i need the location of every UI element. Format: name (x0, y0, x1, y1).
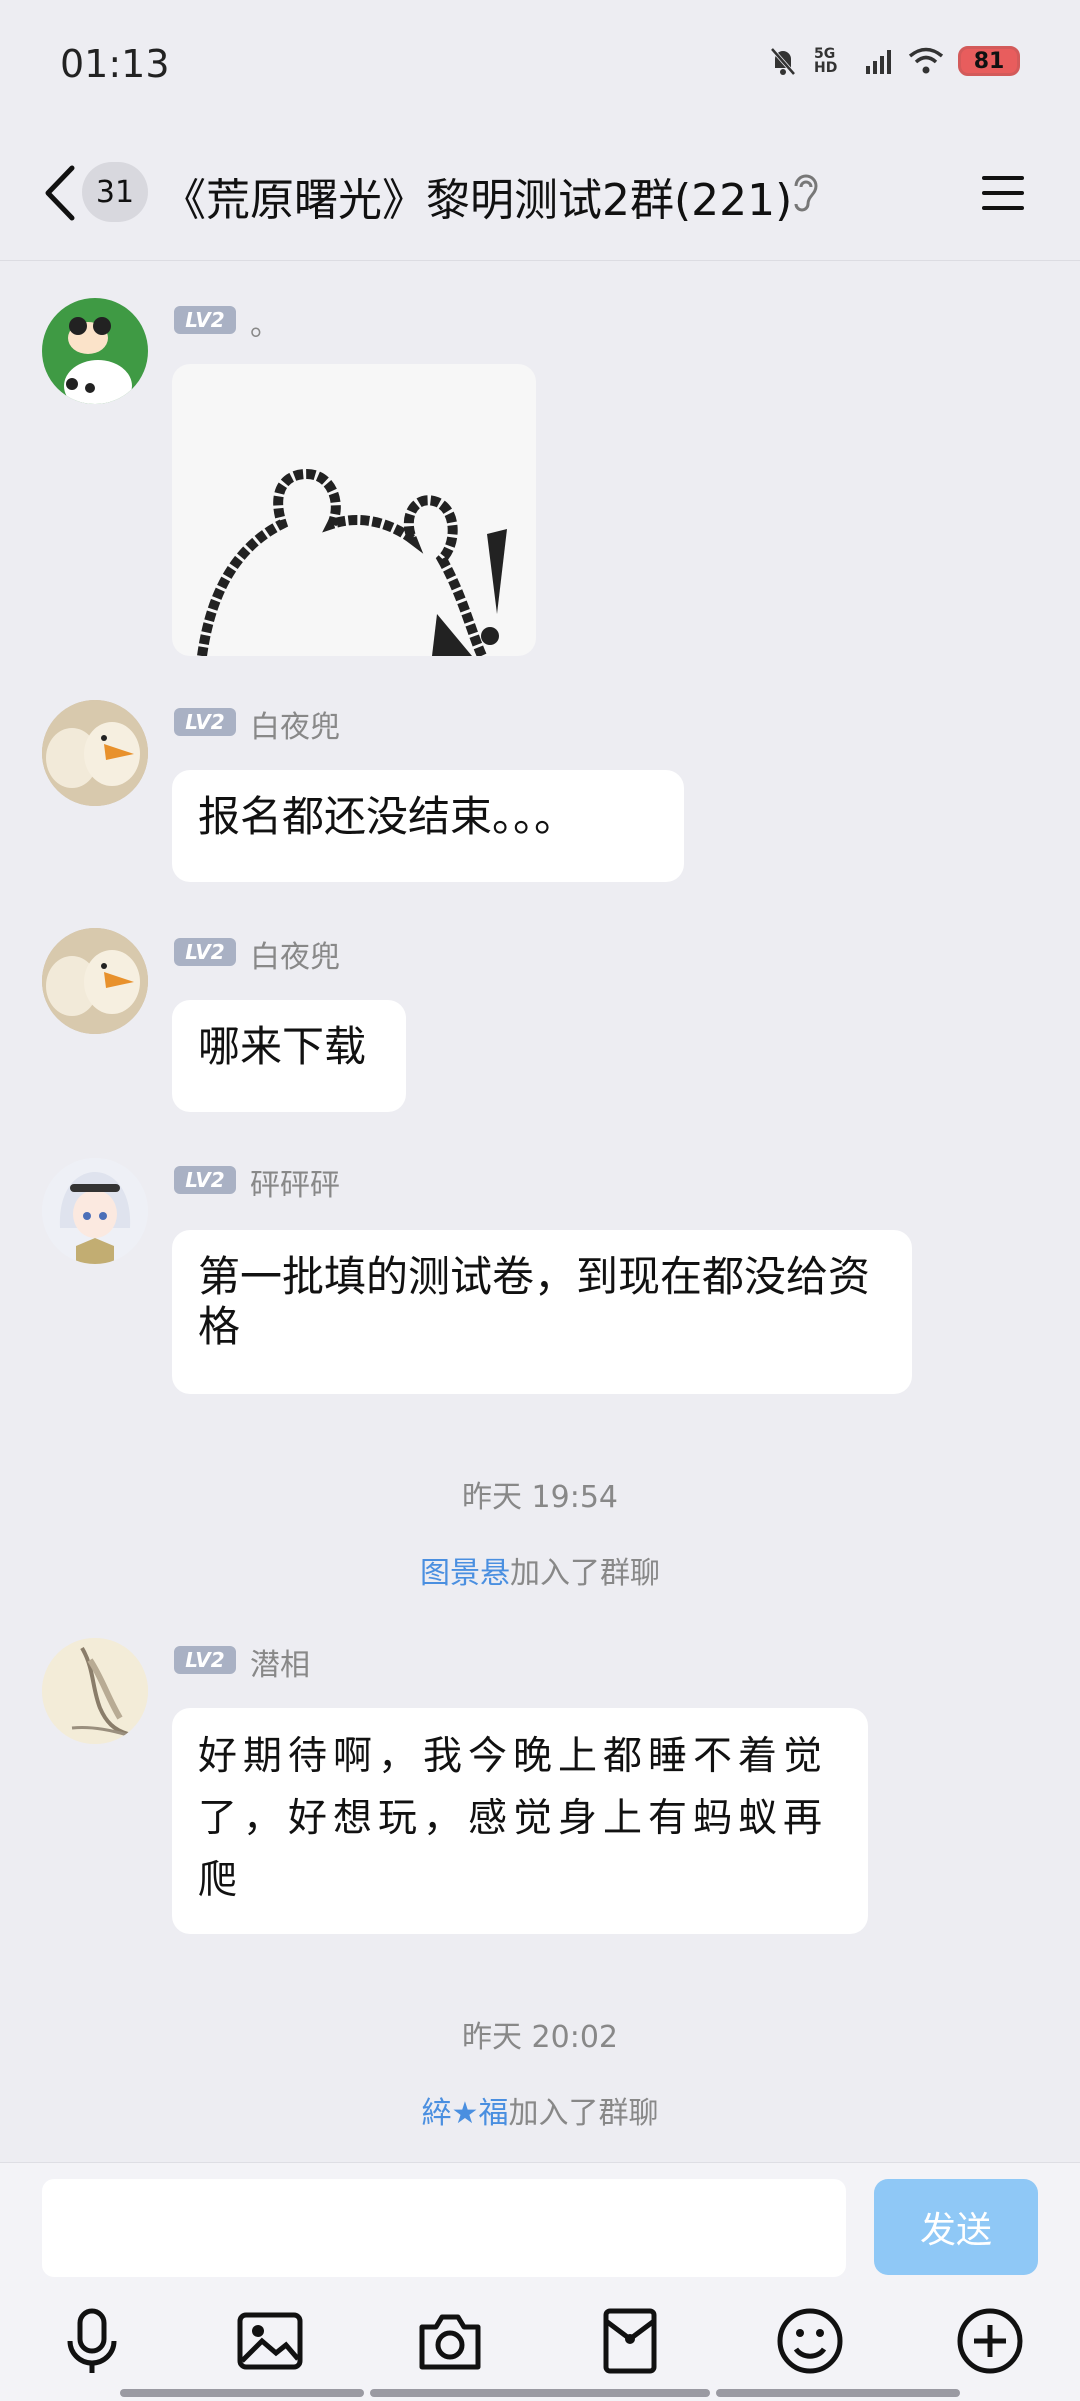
avatar-duck-icon (42, 700, 148, 806)
bear-sticker-icon (197, 468, 507, 656)
system-message-text: 加入了群聊 (510, 1556, 660, 1591)
group-title[interactable]: 《荒原曙光》黎明测试2群(221) (162, 164, 792, 228)
camera-icon[interactable] (414, 2305, 486, 2377)
timestamp: 昨天 19:54 (462, 1480, 618, 1515)
battery-indicator: 81 (958, 46, 1020, 76)
message-input[interactable] (42, 2179, 846, 2277)
input-bar: 发送 (0, 2162, 1080, 2401)
avatar[interactable] (42, 298, 148, 404)
message-bubble[interactable]: 哪来下载 (172, 1000, 406, 1112)
system-message-text: 加入了群聊 (508, 2096, 659, 2131)
avatar[interactable] (42, 1638, 148, 1744)
system-message: 綷★福加入了群聊 (0, 2088, 1080, 2132)
sender-name[interactable]: 白夜兜 (250, 702, 340, 746)
scroll-indicator (120, 2389, 364, 2397)
sender-name[interactable]: 砰砰砰 (250, 1160, 340, 1204)
message-bubble[interactable]: 报名都还没结束。。。 (172, 770, 684, 882)
scroll-indicator (370, 2389, 710, 2397)
status-bar: 01:13 5G HD 81 (0, 0, 1080, 130)
avatar[interactable] (42, 1158, 148, 1264)
timestamp: 昨天 20:02 (462, 2020, 618, 2055)
avatar-anime-girl-icon (42, 1158, 148, 1264)
message-bubble[interactable]: 第一批填的测试卷，到现在都没给资格 (172, 1230, 912, 1394)
member-link[interactable]: 图景悬 (420, 1556, 510, 1591)
emoji-icon[interactable] (774, 2305, 846, 2377)
level-badge: LV2 (174, 1646, 236, 1674)
level-badge: LV2 (174, 938, 236, 966)
wifi-icon (908, 47, 944, 74)
mute-bell-icon (770, 47, 796, 76)
ear-icon[interactable] (788, 170, 822, 216)
avatar-duck-icon (42, 928, 148, 1034)
sender-name[interactable]: 白夜兜 (250, 932, 340, 976)
avatar[interactable] (42, 928, 148, 1034)
red-packet-icon[interactable] (594, 2305, 666, 2377)
avatar-dog-icon (64, 317, 132, 404)
status-icons: 5G HD 81 (766, 44, 1020, 78)
system-message: 图景悬加入了群聊 (0, 1548, 1080, 1592)
chat-header: 31 《荒原曙光》黎明测试2群(221) (0, 130, 1080, 261)
send-button[interactable]: 发送 (874, 2179, 1038, 2275)
sender-name[interactable]: 。 (250, 300, 280, 344)
avatar[interactable] (42, 700, 148, 806)
sticker-image[interactable] (172, 364, 536, 656)
level-badge: LV2 (174, 306, 236, 334)
menu-icon[interactable] (980, 170, 1026, 216)
back-arrow-icon[interactable] (36, 160, 86, 226)
message-bubble[interactable]: 好期待啊，我今晚上都睡不着觉了，好想玩，感觉身上有蚂蚁再爬 (172, 1708, 868, 1934)
sender-name[interactable]: 潜相 (250, 1640, 310, 1684)
network-label: 5G HD (814, 46, 838, 76)
member-link[interactable]: 綷★福 (422, 2096, 509, 2131)
unread-count-badge[interactable]: 31 (82, 162, 148, 222)
image-icon[interactable] (234, 2305, 306, 2377)
clock: 01:13 (60, 42, 170, 86)
level-badge: LV2 (174, 708, 236, 736)
microphone-icon[interactable] (56, 2305, 128, 2377)
scroll-indicator (716, 2389, 960, 2397)
plus-icon[interactable] (954, 2305, 1026, 2377)
avatar-ink-painting-icon (42, 1638, 148, 1744)
level-badge: LV2 (174, 1166, 236, 1194)
signal-icon (866, 50, 891, 74)
toolbar (0, 2305, 1080, 2375)
